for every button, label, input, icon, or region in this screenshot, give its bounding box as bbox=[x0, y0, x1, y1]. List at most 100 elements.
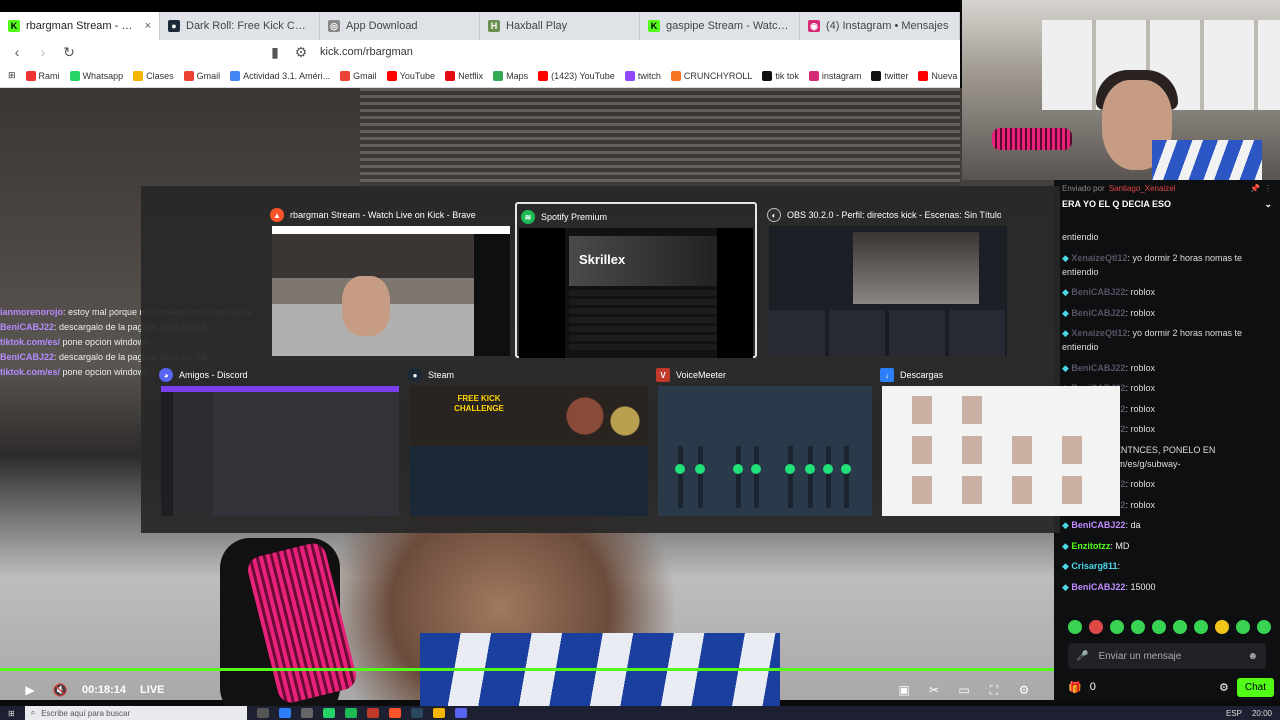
player-progress-bar[interactable] bbox=[0, 668, 1054, 671]
tab-app-download[interactable]: ◎ App Download bbox=[320, 12, 480, 40]
chat-message: ◆ XenaizeQtl12: yo dormir 2 horas nomas … bbox=[1062, 251, 1276, 279]
emote-icon[interactable] bbox=[1110, 620, 1124, 634]
bookmark-item[interactable]: (1423) YouTube bbox=[538, 70, 615, 81]
chat-username[interactable]: BeniCABJ22 bbox=[1071, 582, 1125, 592]
close-icon[interactable]: × bbox=[145, 20, 151, 32]
chat-input[interactable]: 🎤 Enviar un mensaje ☻ bbox=[1068, 643, 1266, 669]
theater-icon[interactable]: ▭ bbox=[956, 683, 972, 697]
clock[interactable]: 20:00 bbox=[1252, 709, 1272, 718]
bookmark-item[interactable]: twitch bbox=[624, 70, 661, 81]
channel-points-icon[interactable]: 🎁 bbox=[1068, 681, 1082, 694]
emoji-icon[interactable]: ☻ bbox=[1247, 651, 1258, 662]
search-placeholder: Escribe aquí para buscar bbox=[41, 708, 131, 718]
window-thumbnail bbox=[882, 386, 1120, 516]
fader bbox=[788, 446, 793, 508]
forward-arrow-icon[interactable]: › bbox=[36, 44, 50, 60]
chat-text: : roblox bbox=[1125, 307, 1155, 318]
edge-icon[interactable] bbox=[278, 708, 291, 718]
bookmark-item[interactable]: Gmail bbox=[183, 70, 220, 81]
switcher-window-downloads[interactable]: ↓ Descargas bbox=[876, 362, 1120, 522]
bookmark-item[interactable]: Netflix bbox=[445, 70, 483, 81]
mute-icon[interactable]: 🔇 bbox=[52, 683, 68, 697]
bookmark-item[interactable]: YouTube bbox=[386, 70, 435, 81]
bookmark-item[interactable]: Rami bbox=[25, 70, 60, 81]
bookmark-item[interactable]: Gmail bbox=[340, 70, 377, 81]
tab-steam[interactable]: ● Dark Roll: Free Kick Challenge en Ste bbox=[160, 12, 320, 40]
switcher-window-brave[interactable]: ▲ rbargman Stream - Watch Live on Kick - … bbox=[266, 202, 510, 362]
play-icon[interactable]: ▶ bbox=[22, 683, 38, 697]
task-view-icon[interactable] bbox=[256, 708, 269, 718]
chat-username[interactable]: Crisarg811 bbox=[1071, 561, 1117, 571]
chat-text: entiendio bbox=[1062, 232, 1099, 242]
bookmark-favicon-icon bbox=[871, 70, 882, 81]
bookmark-item[interactable]: instagram bbox=[808, 70, 861, 81]
spotify-icon[interactable] bbox=[344, 708, 357, 718]
emote-icon[interactable] bbox=[1257, 620, 1271, 634]
bookmark-icon[interactable]: ▮ bbox=[268, 44, 282, 61]
emote-icon[interactable] bbox=[1194, 620, 1208, 634]
chat-send-button[interactable]: Chat bbox=[1236, 677, 1274, 697]
bookmark-item[interactable]: Whatsapp bbox=[69, 70, 123, 81]
whatsapp-icon[interactable] bbox=[322, 708, 335, 718]
chat-username[interactable]: Enzitotzz bbox=[1071, 541, 1110, 551]
tab-kick-rbargman[interactable]: K rbargman Stream - Watch Live o × bbox=[0, 12, 160, 40]
emote-icon[interactable] bbox=[1089, 620, 1103, 634]
tab-kick-gaspipe[interactable]: K gaspipe Stream - Watch Live on Kick bbox=[640, 12, 800, 40]
brave-icon[interactable] bbox=[388, 708, 401, 718]
chevron-down-icon[interactable]: ⌄ bbox=[1264, 199, 1272, 210]
reload-icon[interactable]: ↻ bbox=[62, 44, 76, 61]
chat-username[interactable]: BeniCABJ22 bbox=[1071, 308, 1125, 318]
more-icon[interactable]: ⋮ bbox=[1264, 184, 1272, 193]
switcher-window-voicemeeter[interactable]: V VoiceMeeter bbox=[652, 362, 872, 522]
tab-haxball[interactable]: H Haxball Play bbox=[480, 12, 640, 40]
taskbar-search[interactable]: ⌕ Escribe aquí para buscar bbox=[24, 706, 247, 720]
bookmark-item[interactable]: tik tok bbox=[762, 70, 799, 81]
file-explorer-icon[interactable] bbox=[432, 708, 445, 718]
switcher-window-obs[interactable]: ◐ OBS 30.2.0 - Perfil: directos kick - Es… bbox=[763, 202, 1007, 362]
bookmark-favicon-icon bbox=[230, 70, 241, 81]
bookmark-item[interactable]: Nueva victor bbox=[918, 70, 960, 81]
voicemeeter-icon[interactable] bbox=[366, 708, 379, 718]
chat-username[interactable]: XenaizeQtl12 bbox=[1071, 328, 1127, 338]
bookmark-item[interactable]: Maps bbox=[493, 70, 528, 81]
tab-instagram[interactable]: ◉ (4) Instagram • Mensajes bbox=[800, 12, 960, 40]
emote-icon[interactable] bbox=[1152, 620, 1166, 634]
overlay-chat-user: tiktok.com/es/ bbox=[0, 337, 61, 347]
settings-icon[interactable]: ⚙ bbox=[1016, 683, 1032, 697]
switcher-window-spotify[interactable]: ≋ Spotify Premium Skrillex bbox=[515, 202, 757, 358]
fullscreen-icon[interactable]: ⛶ bbox=[986, 683, 1002, 698]
apps-grid-icon[interactable]: ⊞ bbox=[8, 70, 16, 81]
fader-knob bbox=[841, 464, 851, 474]
discord-icon[interactable] bbox=[454, 708, 467, 718]
emote-icon[interactable] bbox=[1173, 620, 1187, 634]
chat-username[interactable]: XenaizeQtl12 bbox=[1071, 253, 1127, 263]
windows-start-icon[interactable]: ⊞ bbox=[8, 709, 15, 718]
pin-icon[interactable]: 📌 bbox=[1250, 184, 1260, 193]
bookmark-item[interactable]: Actividad 3.1. Améri... bbox=[230, 70, 330, 81]
switcher-window-discord[interactable]: ◕ Amigos - Discord bbox=[155, 362, 399, 522]
obs-icon[interactable] bbox=[300, 708, 313, 718]
switcher-window-steam[interactable]: ● Steam FREE KICK CHALLENGE bbox=[404, 362, 648, 522]
language-indicator[interactable]: ESP bbox=[1226, 709, 1242, 718]
chat-text: : roblox bbox=[1125, 287, 1155, 297]
overlay-chat-user: BeniCABJ22 bbox=[0, 352, 55, 362]
steam-icon[interactable] bbox=[410, 708, 423, 718]
emote-icon[interactable] bbox=[1215, 620, 1229, 634]
emote-icon[interactable] bbox=[1068, 620, 1082, 634]
bookmark-item[interactable]: CRUNCHYROLL bbox=[670, 70, 752, 81]
chat-settings-icon[interactable]: ⚙ bbox=[1219, 681, 1229, 694]
bookmark-favicon-icon bbox=[25, 70, 36, 81]
site-settings-icon[interactable]: ⚙ bbox=[294, 44, 308, 61]
mic-icon[interactable]: 🎤 bbox=[1076, 651, 1088, 662]
back-arrow-icon[interactable]: ‹ bbox=[10, 44, 24, 60]
pip-icon[interactable]: ▣ bbox=[896, 683, 912, 697]
emote-icon[interactable] bbox=[1131, 620, 1145, 634]
clip-icon[interactable]: ✂ bbox=[926, 683, 942, 697]
bookmark-item[interactable]: Clases bbox=[133, 70, 174, 81]
bookmark-item[interactable]: twitter bbox=[871, 70, 908, 81]
pinned-by-user[interactable]: Santiago_Xenaizel bbox=[1109, 184, 1176, 193]
chat-username[interactable]: BeniCABJ22 bbox=[1071, 287, 1125, 297]
emote-icon[interactable] bbox=[1236, 620, 1250, 634]
url-field[interactable]: kick.com/rbargman bbox=[320, 46, 413, 58]
chat-text: : roblox bbox=[1125, 499, 1155, 510]
